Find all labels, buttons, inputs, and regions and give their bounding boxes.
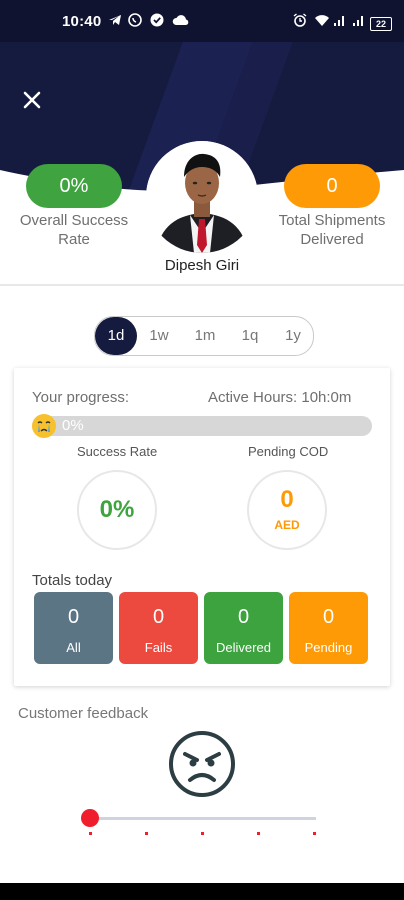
range-option-1y[interactable]: 1y	[275, 317, 311, 355]
alarm-icon	[293, 13, 307, 30]
slider-tick	[257, 832, 260, 835]
telegram-icon	[108, 13, 122, 30]
success-label: Overall Success Rate	[9, 211, 139, 249]
slider-tick	[89, 832, 92, 835]
cloud-icon	[172, 13, 190, 30]
status-time: 10:40	[62, 13, 102, 30]
range-option-1w[interactable]: 1w	[141, 317, 177, 355]
total-delivered-label: Delivered	[216, 640, 271, 655]
range-option-1q[interactable]: 1q	[232, 317, 268, 355]
total-fails-tile[interactable]: 0 Fails	[119, 592, 198, 664]
feedback-slider[interactable]	[80, 808, 322, 838]
total-fails-label: Fails	[144, 640, 173, 655]
total-all-label: All	[66, 640, 81, 655]
success-rate-circle: 0%	[77, 470, 157, 550]
success-label-line2: Rate	[58, 231, 90, 248]
your-progress-label: Your progress:	[32, 389, 130, 406]
navigation-bar	[0, 883, 404, 900]
crying-face-icon	[32, 414, 56, 438]
close-icon	[23, 91, 41, 109]
status-bar: 10:40 22	[0, 0, 404, 42]
battery-level: 22	[370, 17, 392, 31]
angry-face-icon	[168, 730, 236, 798]
battery-icon: 22	[370, 14, 392, 31]
check-circle-icon	[150, 13, 164, 30]
shipments-label-line1: Total Shipments	[278, 212, 386, 229]
total-pending-tile[interactable]: 0 Pending	[289, 592, 368, 664]
total-fails-value: 0	[152, 606, 165, 628]
progress-percent: 0%	[62, 417, 84, 434]
avatar	[146, 141, 258, 253]
progress-bar: 0%	[32, 416, 372, 436]
customer-feedback-label: Customer feedback	[18, 705, 149, 722]
success-rate-value: 0%	[99, 496, 135, 523]
total-delivered-tile[interactable]: 0 Delivered	[204, 592, 283, 664]
total-all-value: 0	[67, 606, 80, 628]
signal-icon	[333, 13, 347, 30]
total-shipments-badge: 0	[284, 164, 380, 208]
success-rate-title: Success Rate	[77, 444, 158, 459]
slider-thumb[interactable]	[81, 809, 99, 827]
range-option-1d[interactable]: 1d	[95, 317, 137, 355]
progress-card: Your progress: Active Hours: 10h:0m 0% S…	[14, 368, 390, 686]
pending-cod-circle: 0 AED	[247, 470, 327, 550]
slider-tick	[313, 832, 316, 835]
total-delivered-value: 0	[237, 606, 250, 628]
pending-cod-value: 0	[280, 486, 294, 513]
shipments-label: Total Shipments Delivered	[267, 211, 397, 249]
signal-icon	[352, 13, 366, 30]
wifi-icon	[314, 13, 330, 30]
success-label-line1: Overall Success	[19, 212, 129, 229]
totals-today-label: Totals today	[32, 572, 113, 589]
slider-tick	[145, 832, 148, 835]
section-divider	[0, 284, 404, 286]
overall-success-badge: 0%	[26, 164, 122, 208]
slider-tick	[201, 832, 204, 835]
pending-cod-title: Pending COD	[248, 444, 329, 459]
shipments-label-line2: Delivered	[300, 231, 364, 248]
total-pending-label: Pending	[304, 640, 353, 655]
whatsapp-icon	[128, 13, 142, 30]
total-all-tile[interactable]: 0 All	[34, 592, 113, 664]
pending-cod-currency: AED	[274, 518, 300, 532]
range-option-1m[interactable]: 1m	[187, 317, 223, 355]
close-button[interactable]	[18, 86, 46, 114]
slider-track	[90, 817, 316, 820]
total-pending-value: 0	[322, 606, 335, 628]
user-name: Dipesh Giri	[164, 257, 240, 274]
time-range-selector: 1d 1w 1m 1q 1y	[94, 316, 314, 356]
active-hours-label: Active Hours: 10h:0m	[208, 389, 352, 406]
